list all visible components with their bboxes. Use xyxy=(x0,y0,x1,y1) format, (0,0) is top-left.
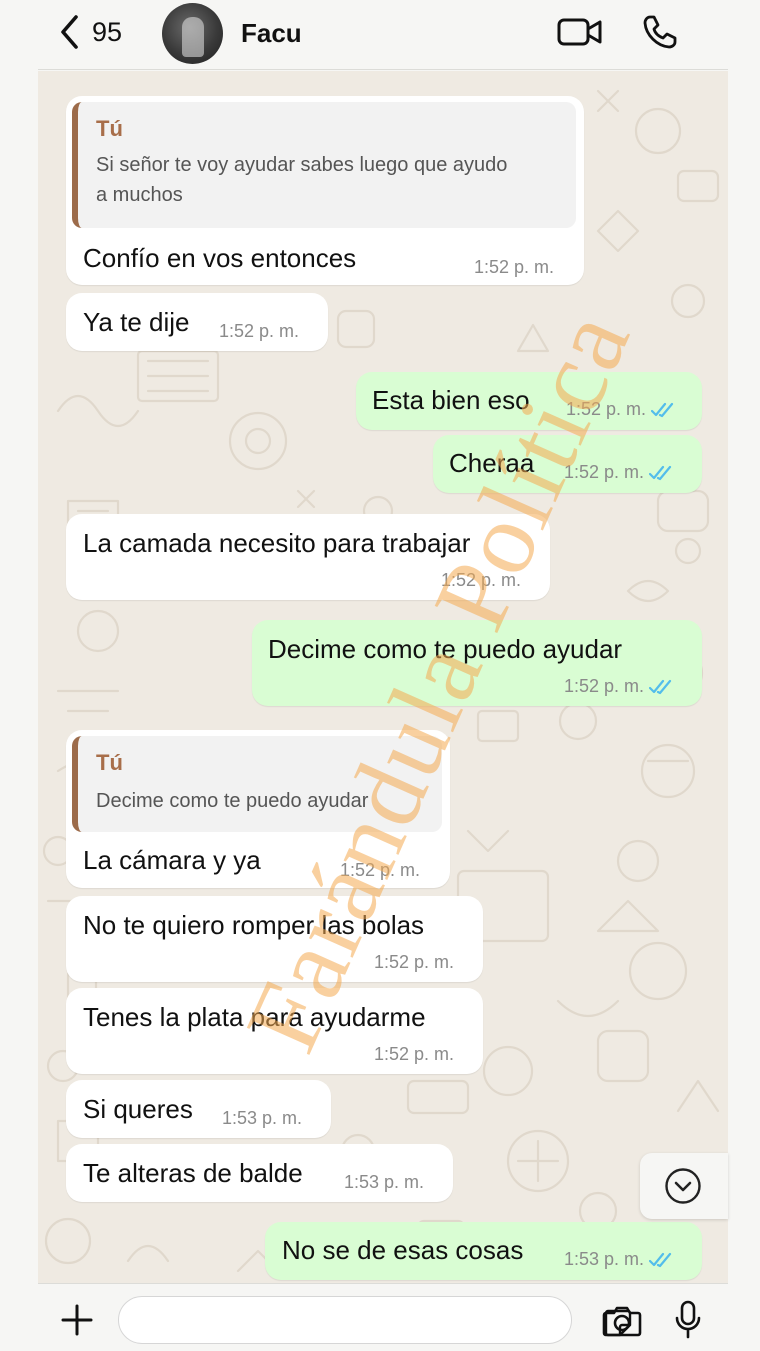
message-bubble-incoming[interactable]: La camada necesito para trabajar 1:52 p.… xyxy=(66,514,550,600)
message-time: 1:53 p. m. xyxy=(222,1108,303,1128)
message-bubble-outgoing[interactable]: Esta bien eso 1:52 p. m. xyxy=(356,372,702,430)
message-bubble-incoming[interactable]: Te alteras de balde 1:53 p. m. xyxy=(66,1144,453,1202)
message-bubble-incoming[interactable]: Tenes la plata para ayudarme 1:52 p. m. xyxy=(66,988,483,1074)
message-meta: 1:52 p. m. xyxy=(566,399,677,420)
message-time: 1:52 p. m. xyxy=(219,321,300,341)
message-time: 1:53 p. m. xyxy=(344,1172,425,1192)
message-time: 1:52 p. m. xyxy=(340,860,421,880)
message-text: La cámara y ya xyxy=(83,845,261,875)
read-ticks-icon xyxy=(649,465,672,480)
message-list[interactable]: Tú Si señor te voy ayudar sabes luego qu… xyxy=(38,71,728,1283)
message-time: 1:52 p. m. xyxy=(564,462,645,482)
message-composer xyxy=(38,1283,728,1351)
message-text: Tenes la plata para ayudarme xyxy=(83,1002,426,1032)
message-text: Si queres xyxy=(83,1094,193,1124)
quoted-text: Decime como te puedo ayudar xyxy=(96,790,369,812)
message-meta: 1:52 p. m. xyxy=(564,676,675,697)
message-text: La camada necesito para trabajar xyxy=(83,528,471,558)
message-text: Cheraa xyxy=(449,448,535,478)
plus-icon[interactable] xyxy=(60,1303,94,1337)
microphone-icon[interactable] xyxy=(674,1300,702,1340)
message-bubble-incoming[interactable]: Tú Si señor te voy ayudar sabes luego qu… xyxy=(66,96,584,285)
message-time: 1:52 p. m. xyxy=(474,257,555,277)
message-bubble-outgoing[interactable]: Cheraa 1:52 p. m. xyxy=(433,435,702,493)
message-bubble-incoming[interactable]: No te quiero romper las bolas 1:52 p. m. xyxy=(66,896,483,982)
quoted-author: Tú xyxy=(96,750,123,775)
message-time: 1:52 p. m. xyxy=(374,952,455,972)
chat-header: 95 Facu xyxy=(38,0,728,70)
read-ticks-icon xyxy=(649,679,672,694)
message-text: Esta bien eso xyxy=(372,385,530,415)
message-time: 1:52 p. m. xyxy=(566,399,647,419)
avatar[interactable] xyxy=(162,3,223,64)
message-text: Ya te dije xyxy=(83,307,190,337)
message-text: Te alteras de balde xyxy=(83,1158,303,1188)
message-time: 1:53 p. m. xyxy=(564,1249,645,1269)
message-text: Confío en vos entonces xyxy=(83,243,357,273)
message-text: No se de esas cosas xyxy=(282,1235,524,1265)
message-meta: 1:52 p. m. xyxy=(564,462,675,483)
scroll-to-bottom-button[interactable] xyxy=(640,1153,728,1219)
read-ticks-icon xyxy=(649,1252,672,1267)
message-input-wrapper[interactable] xyxy=(118,1296,632,1344)
quoted-reply[interactable]: Tú Decime como te puedo ayudar xyxy=(72,736,442,832)
quoted-author: Tú xyxy=(96,116,123,141)
message-time: 1:52 p. m. xyxy=(564,676,645,696)
chevron-left-icon xyxy=(61,15,78,49)
camera-icon[interactable] xyxy=(602,1304,642,1338)
phone-icon[interactable] xyxy=(642,14,678,50)
message-bubble-outgoing[interactable]: Decime como te puedo ayudar 1:52 p. m. xyxy=(252,620,702,706)
message-bubble-outgoing[interactable]: No se de esas cosas 1:53 p. m. xyxy=(265,1222,702,1280)
message-bubble-incoming[interactable]: Si queres 1:53 p. m. xyxy=(66,1080,331,1138)
back-button[interactable]: 95 xyxy=(58,14,122,50)
video-call-icon[interactable] xyxy=(557,15,603,49)
message-time: 1:52 p. m. xyxy=(374,1044,455,1064)
chat-screen: 95 Facu Tú Si señor te voy ayudar sabes … xyxy=(0,0,760,1351)
message-bubble-incoming[interactable]: Tú Decime como te puedo ayudar La cámara… xyxy=(66,730,450,888)
quoted-reply[interactable]: Tú Si señor te voy ayudar sabes luego qu… xyxy=(72,102,576,228)
message-text: Decime como te puedo ayudar xyxy=(268,634,623,664)
contact-name[interactable]: Facu xyxy=(241,18,302,49)
chevron-down-circle-icon xyxy=(665,1168,701,1204)
message-meta: 1:53 p. m. xyxy=(564,1249,675,1270)
read-ticks-icon xyxy=(651,402,674,417)
message-time: 1:52 p. m. xyxy=(441,570,522,590)
unread-count: 95 xyxy=(92,16,123,47)
message-text: No te quiero romper las bolas xyxy=(83,910,425,940)
message-bubble-incoming[interactable]: Ya te dije 1:52 p. m. xyxy=(66,293,328,351)
message-input[interactable] xyxy=(135,1297,515,1343)
quoted-text: Si señor te voy ayudar sabes luego que a… xyxy=(96,154,508,206)
